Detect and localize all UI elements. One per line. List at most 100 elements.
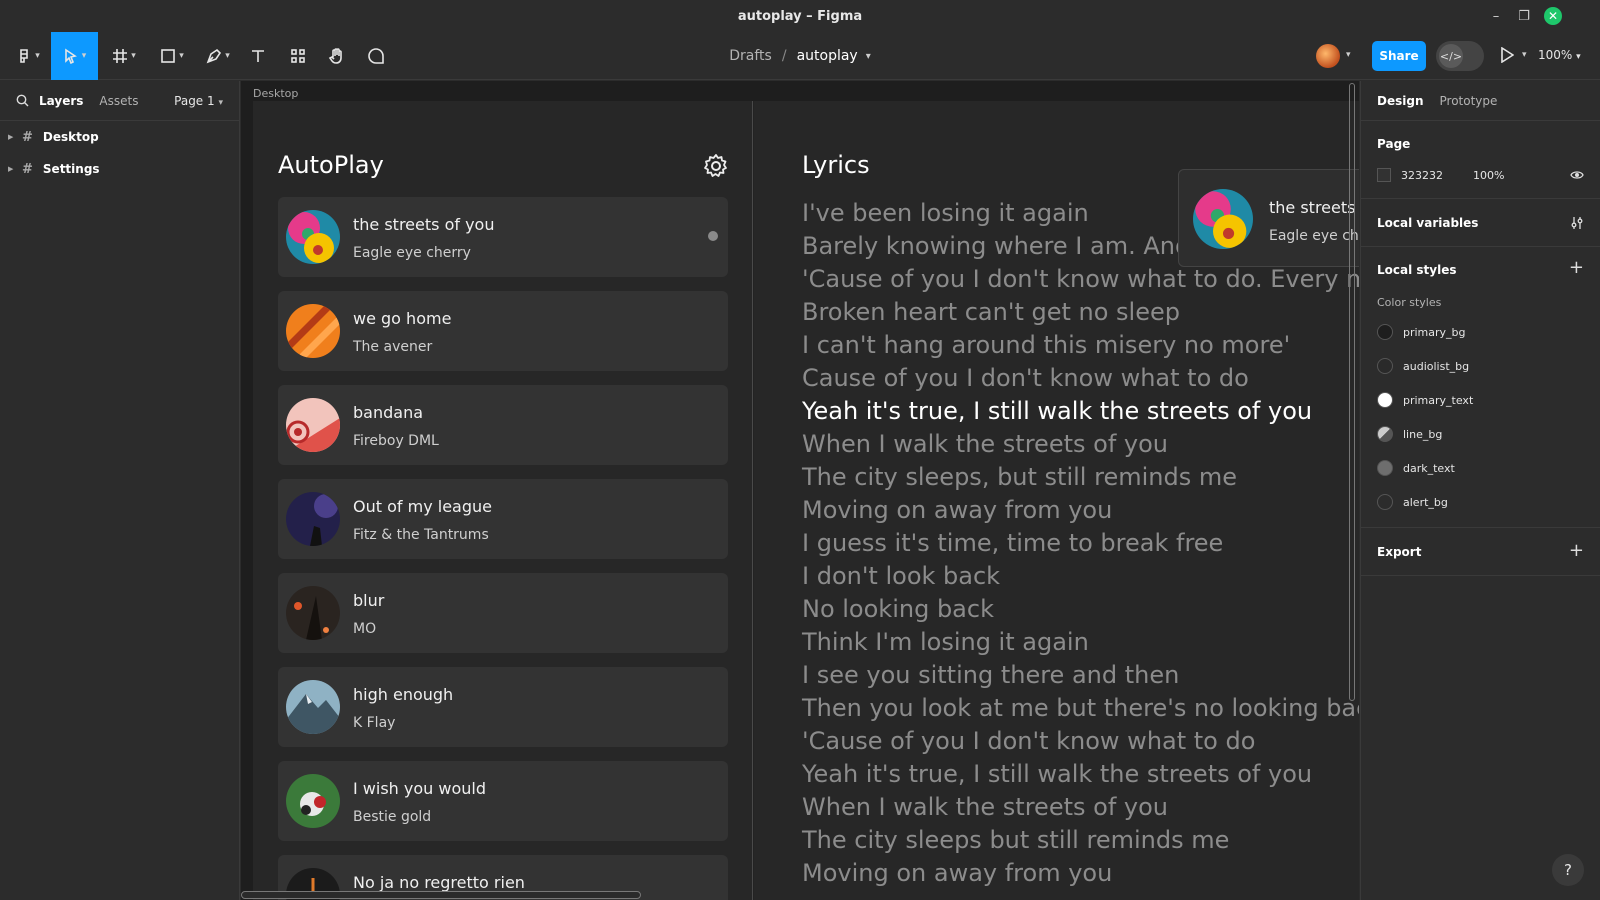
page-selector[interactable]: Page 1 ▾	[174, 94, 223, 108]
layer-item-settings[interactable]: ▶ # Settings	[0, 153, 239, 185]
song-artist: Eagle eye cherry	[353, 245, 471, 261]
breadcrumb-drafts[interactable]: Drafts	[729, 48, 772, 64]
toolbar: ▾ ▾ ▾ ▾ ▾ Drafts / autoplay ▾	[0, 32, 1600, 80]
lyric-line: Moving on away from you	[802, 496, 1113, 524]
page-color-swatch[interactable]	[1377, 168, 1391, 182]
color-style-item[interactable]: primary_bg	[1361, 315, 1600, 349]
lyric-line: I see you sitting there and then	[802, 661, 1180, 689]
horizontal-scrollbar[interactable]	[241, 891, 641, 899]
song-item[interactable]: high enough K Flay	[278, 667, 728, 747]
chevron-down-icon[interactable]: ▾	[1522, 50, 1527, 60]
share-button[interactable]: Share	[1372, 41, 1426, 71]
color-style-item[interactable]: dark_text	[1361, 451, 1600, 485]
lyrics-lines: I've been losing it again Barely knowing …	[802, 197, 1359, 890]
color-style-item[interactable]: primary_text	[1361, 383, 1600, 417]
zoom-level[interactable]: 100% ▾	[1538, 48, 1581, 62]
song-item[interactable]: I wish you would Bestie gold	[278, 761, 728, 841]
color-style-item[interactable]: audiolist_bg	[1361, 349, 1600, 383]
help-button[interactable]: ?	[1552, 854, 1584, 886]
frame-icon	[113, 49, 128, 63]
dev-mode-toggle[interactable]: </>	[1436, 41, 1484, 71]
color-style-name: audiolist_bg	[1403, 359, 1470, 373]
page-heading: Page	[1377, 137, 1411, 151]
color-style-item[interactable]: line_bg	[1361, 417, 1600, 451]
desktop-frame[interactable]: AutoPlay the streets of you Eagle eye ch…	[253, 101, 1359, 900]
resources-button[interactable]	[286, 32, 310, 80]
song-item[interactable]: we go home The avener	[278, 291, 728, 371]
page-background-row[interactable]: 323232 100%	[1361, 159, 1600, 191]
pen-icon	[206, 48, 222, 64]
file-name[interactable]: autoplay	[797, 48, 858, 64]
lyric-line: No looking back	[802, 595, 994, 623]
lyric-line: Then you look at me but there's no looki…	[802, 694, 1359, 722]
chevron-down-icon: ▾	[179, 51, 184, 61]
search-icon[interactable]	[16, 94, 29, 107]
tab-design[interactable]: Design	[1377, 94, 1424, 108]
main-menu-button[interactable]: ▾	[8, 32, 48, 80]
now-playing-title: the streets of you	[1269, 198, 1359, 217]
chevron-down-icon: ▾	[81, 51, 87, 61]
song-title: blur	[353, 591, 385, 610]
song-item[interactable]: bandana Fireboy DML	[278, 385, 728, 465]
tab-assets[interactable]: Assets	[99, 94, 138, 108]
plus-icon[interactable]: +	[1569, 257, 1584, 278]
variables-sliders-icon[interactable]	[1570, 216, 1584, 230]
hand-icon	[328, 48, 342, 64]
frame-tool-button[interactable]: ▾	[104, 32, 144, 80]
lyric-line: I guess it's time, time to break free	[802, 529, 1224, 557]
chevron-down-icon[interactable]: ▾	[1346, 50, 1351, 60]
caret-right-icon[interactable]: ▶	[8, 133, 22, 141]
text-tool-button[interactable]	[246, 32, 270, 80]
local-variables-section[interactable]: Local variables	[1361, 199, 1600, 247]
comment-icon	[368, 48, 384, 64]
local-variables-heading: Local variables	[1377, 215, 1479, 230]
song-item[interactable]: blur MO	[278, 573, 728, 653]
layer-name: Desktop	[42, 130, 99, 144]
album-art	[286, 492, 340, 546]
zoom-value: 100%	[1538, 48, 1573, 62]
color-style-item[interactable]: alert_bg	[1361, 485, 1600, 519]
chevron-down-icon[interactable]: ▾	[866, 51, 871, 62]
layer-item-desktop[interactable]: ▶ # Desktop	[0, 121, 239, 153]
song-artist: The avener	[353, 339, 433, 355]
tab-layers[interactable]: Layers	[39, 94, 83, 108]
lyric-line: Moving on away from you	[802, 859, 1113, 887]
song-title: No ja no regretto rien	[353, 873, 525, 892]
pointer-icon	[64, 48, 77, 64]
song-item[interactable]: Out of my league Fitz & the Tantrums	[278, 479, 728, 559]
close-icon[interactable]: ✕	[1544, 7, 1562, 25]
restore-icon[interactable]: ❐	[1510, 9, 1538, 24]
frame-label[interactable]: Desktop	[253, 87, 298, 100]
move-tool-button[interactable]: ▾	[51, 32, 98, 80]
color-swatch	[1377, 426, 1393, 442]
comment-tool-button[interactable]	[364, 32, 388, 80]
shape-tool-button[interactable]: ▾	[152, 32, 192, 80]
color-style-name: dark_text	[1403, 461, 1455, 475]
minimize-icon[interactable]: –	[1482, 9, 1510, 24]
figma-logo-icon	[20, 49, 29, 63]
eye-icon[interactable]	[1570, 170, 1584, 180]
page-color-value[interactable]: 323232	[1401, 169, 1443, 182]
present-play-icon[interactable]	[1500, 47, 1514, 63]
hand-tool-button[interactable]	[325, 32, 349, 80]
avatar[interactable]	[1316, 44, 1340, 68]
now-playing-card[interactable]: the streets of you Eagle eye cherry	[1178, 169, 1359, 267]
vertical-scrollbar[interactable]	[1349, 83, 1355, 701]
export-section: Export +	[1361, 528, 1600, 576]
export-heading: Export	[1377, 544, 1422, 559]
song-item[interactable]: the streets of you Eagle eye cherry	[278, 197, 728, 277]
page-opacity-value[interactable]: 100%	[1473, 169, 1504, 182]
plus-icon[interactable]: +	[1569, 540, 1584, 561]
color-style-name: primary_bg	[1403, 325, 1466, 339]
pen-tool-button[interactable]: ▾	[198, 32, 238, 80]
lyric-line: Yeah it's true, I still walk the streets…	[802, 760, 1313, 788]
canvas[interactable]: Desktop AutoPlay the streets of you Eagl…	[241, 81, 1359, 900]
window-controls: – ❐ ✕	[1482, 0, 1562, 32]
caret-right-icon[interactable]: ▶	[8, 165, 22, 173]
gear-icon[interactable]	[703, 153, 729, 179]
lyric-line-current: Yeah it's true, I still walk the streets…	[802, 397, 1313, 425]
lyric-line: 'Cause of you I don't know what to do	[802, 727, 1256, 755]
song-title: bandana	[353, 403, 424, 422]
rectangle-icon	[161, 49, 176, 63]
tab-prototype[interactable]: Prototype	[1440, 94, 1498, 108]
